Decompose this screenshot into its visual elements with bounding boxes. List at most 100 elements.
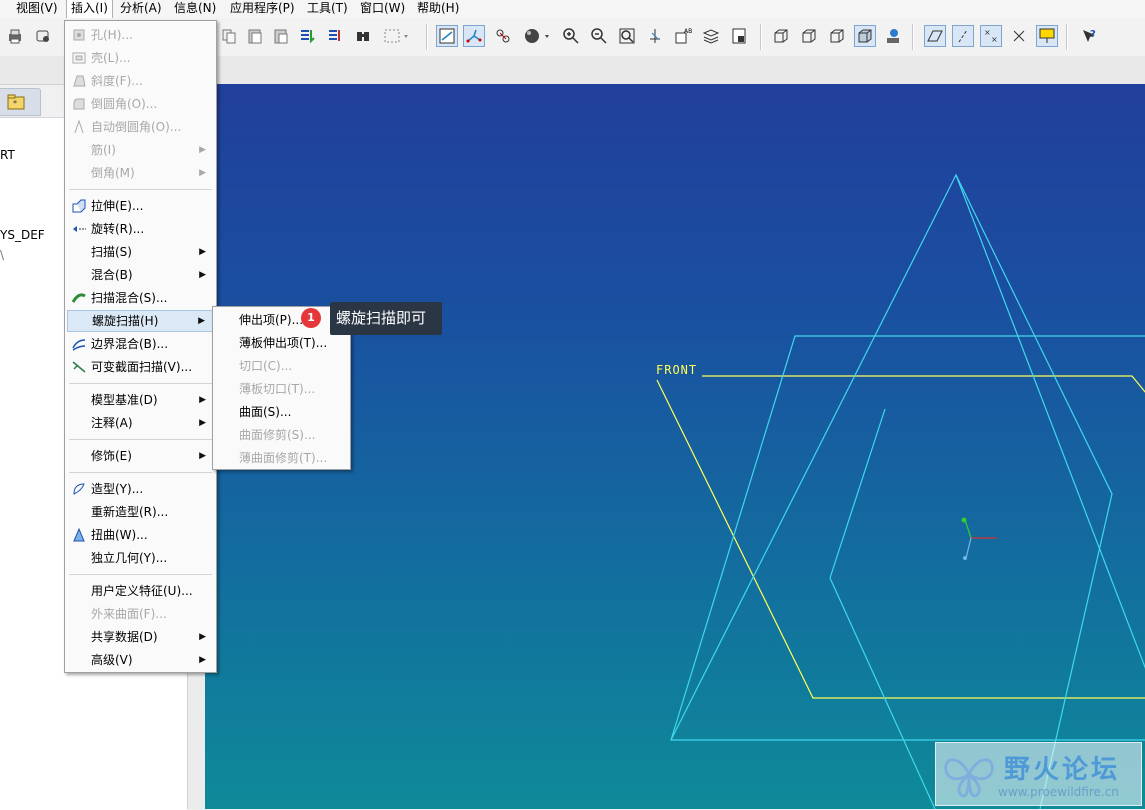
insert_menu-item-17[interactable]: 模型基准(D) ▶ [67, 389, 214, 411]
zoom-out-icon[interactable] [588, 25, 610, 47]
copy-icon[interactable] [218, 25, 240, 47]
send-mail-icon[interactable] [32, 25, 54, 47]
menu-item-label: 曲面修剪(S)... [239, 428, 316, 442]
svg-text:AB: AB [684, 28, 692, 35]
csys-display-icon[interactable] [1008, 25, 1030, 47]
insert_menu-item-20[interactable]: 修饰(E) ▶ [67, 445, 214, 467]
insert_menu-item-29[interactable]: 共享数据(D) ▶ [67, 626, 214, 648]
menu-item-7[interactable]: 帮助(H) [413, 0, 463, 18]
insert_menu-item-1: 壳(L)... [67, 47, 214, 69]
helical_submenu-item-0[interactable]: 伸出项(P)... [215, 309, 348, 331]
submenu-arrow-icon: ▶ [199, 451, 206, 461]
tree-item-part[interactable]: RT [0, 148, 15, 162]
helical_submenu-item-4[interactable]: 曲面(S)... [215, 401, 348, 423]
insert_menu-item-5: 筋(I) ▶ [67, 139, 214, 161]
paste-special-icon[interactable] [270, 25, 292, 47]
insert_menu-item-23[interactable]: 重新造型(R)... [67, 501, 214, 523]
menu-item-3[interactable]: 信息(N) [170, 0, 220, 18]
no-hidden-icon[interactable] [826, 25, 848, 47]
menu-item-label: 扫描混合(S)... [91, 291, 168, 305]
round-icon [73, 98, 85, 110]
menu-item-label: 旋转(R)... [91, 222, 145, 236]
insert_menu-item-15[interactable]: 可变截面扫描(V)... [67, 356, 214, 378]
menu-item-6[interactable]: 窗口(W) [356, 0, 409, 18]
datum-axes-icon[interactable] [463, 25, 485, 47]
submenu-arrow-icon: ▶ [199, 395, 206, 405]
model-tree-icon[interactable] [882, 25, 904, 47]
insert_menu-item-13[interactable]: 螺旋扫描(H) ▶ [67, 310, 214, 332]
insert_menu-item-10[interactable]: 扫描(S) ▶ [67, 241, 214, 263]
datum-points-icon[interactable] [492, 25, 514, 47]
insert_menu-item-18[interactable]: 注释(A) ▶ [67, 412, 214, 434]
folder-browser-tab[interactable]: * [0, 88, 41, 116]
plane-display-icon[interactable] [924, 25, 946, 47]
menu-item-label: 倒角(M) [91, 166, 135, 180]
hidden-line-icon[interactable] [798, 25, 820, 47]
step-badge: 1 [301, 308, 321, 328]
toolbar-separator [426, 24, 428, 50]
tree-item-insert[interactable]: \ [0, 248, 4, 262]
csys-z-axis [965, 537, 972, 559]
menu-item-label: 模型基准(D) [91, 393, 158, 407]
reorient-icon[interactable] [644, 25, 666, 47]
shaded-icon[interactable] [854, 25, 876, 47]
datum-planes-icon[interactable] [436, 25, 458, 47]
insert_menu-item-9[interactable]: 旋转(R)... [67, 218, 214, 240]
layers-icon[interactable] [700, 25, 722, 47]
svg-text:×: × [991, 35, 998, 44]
insert_menu-item-14[interactable]: 边界混合(B)... [67, 333, 214, 355]
refit-icon[interactable] [616, 25, 638, 47]
insert_menu-item-25[interactable]: 独立几何(Y)... [67, 547, 214, 569]
menu-item-label: 边界混合(B)... [91, 337, 169, 351]
instruction-tooltip: 螺旋扫描即可 [330, 302, 442, 335]
menu-item-4[interactable]: 应用程序(P) [226, 0, 299, 18]
insert_menu-item-11[interactable]: 混合(B) ▶ [67, 264, 214, 286]
zoom-in-icon[interactable] [560, 25, 582, 47]
menu-item-label: 薄板切口(T)... [239, 382, 316, 396]
insert_menu-item-28: 外来曲面(F)... [67, 603, 214, 625]
csys-z-point [963, 556, 967, 560]
point-display-icon[interactable]: × × [980, 25, 1002, 47]
menu-item-label: 共享数据(D) [91, 630, 158, 644]
menu-item-label: 扫描(S) [91, 245, 132, 259]
hexagon-lower-edge [829, 577, 936, 809]
insert_menu-item-8[interactable]: 拉伸(E)... [67, 195, 214, 217]
auto-round-icon [74, 119, 84, 134]
insert_menu-item-30[interactable]: 高级(V) ▶ [67, 649, 214, 671]
menu-item-label: 切口(C)... [239, 359, 293, 373]
menu-item-2[interactable]: 分析(A) [116, 0, 166, 18]
submenu-arrow-icon: ▶ [199, 655, 206, 665]
find-icon[interactable] [352, 25, 374, 47]
regenerate-icon[interactable] [296, 25, 318, 47]
menu-item-label: 外来曲面(F)... [91, 607, 167, 621]
svg-text:?: ? [1090, 29, 1096, 40]
view-manager-icon[interactable] [728, 25, 750, 47]
axis-display-icon[interactable] [952, 25, 974, 47]
warp-icon [73, 527, 85, 542]
submenu-arrow-icon: ▶ [199, 145, 206, 155]
insert_menu-item-27[interactable]: 用户定义特征(U)... [67, 580, 214, 602]
menu-item-1[interactable]: 插入(I) [66, 0, 113, 18]
menu-item-label: 伸出项(P)... [239, 313, 304, 327]
tree-item-csys[interactable]: YS_DEF [0, 228, 45, 242]
saved-views-icon[interactable]: AB [672, 25, 694, 47]
insert_menu-item-24[interactable]: 扭曲(W)... [67, 524, 214, 546]
insert-dropdown-menu: 孔(H)... 壳(L)... 斜度(F)... 倒圆角(O)... 自动倒圆角(O).… [64, 20, 217, 673]
regen-manager-icon[interactable] [324, 25, 346, 47]
menu-item-5[interactable]: 工具(T) [303, 0, 352, 18]
insert_menu-item-12[interactable]: 扫描混合(S)... [67, 287, 214, 309]
helical_submenu-item-5: 曲面修剪(S)... [215, 424, 348, 446]
helical_submenu-item-3: 薄板切口(T)... [215, 378, 348, 400]
context-help-icon[interactable]: ? [1078, 25, 1100, 47]
wireframe-icon[interactable] [770, 25, 792, 47]
menu-item-label: 斜度(F)... [91, 74, 143, 88]
revolve-icon [73, 226, 86, 232]
shading-icon[interactable] [520, 25, 554, 47]
helical_submenu-item-1[interactable]: 薄板伸出项(T)... [215, 332, 348, 354]
menu-item-0[interactable]: 视图(V) [12, 0, 62, 18]
select-box-icon[interactable] [380, 25, 412, 47]
print-icon[interactable] [4, 25, 26, 47]
paste-icon[interactable] [244, 25, 266, 47]
annotation-display-icon[interactable] [1036, 25, 1058, 47]
insert_menu-item-22[interactable]: 造型(Y)... [67, 478, 214, 500]
